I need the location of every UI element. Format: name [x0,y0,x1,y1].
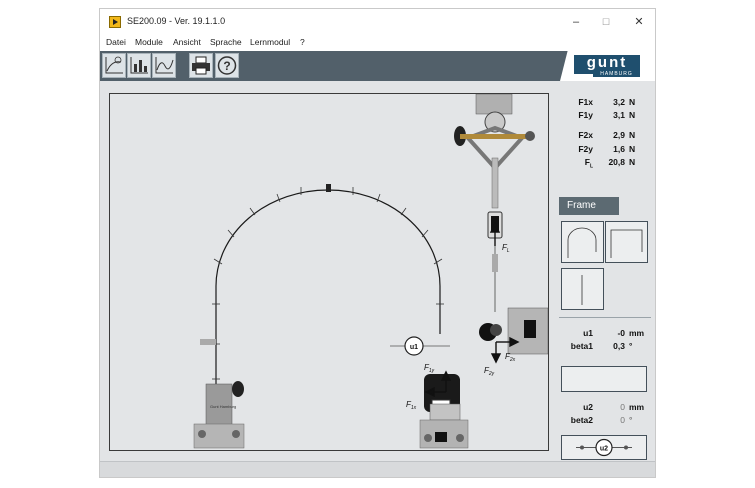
frame-thumb-arch[interactable] [561,221,604,263]
u2-dial-gauge-icon: u2 [576,438,632,457]
menu-sprache[interactable]: Sprache [210,37,242,47]
chart-arrow-button[interactable] [102,53,126,78]
printer-icon [192,56,210,75]
print-button[interactable] [189,53,213,78]
menu-lernmodul[interactable]: Lernmodul [250,37,290,47]
readout-fl: FL 20,8 N [584,157,636,170]
readout-beta2: beta2 0 ° [570,415,633,425]
svg-text:u2: u2 [600,446,608,453]
svg-text:?: ? [223,59,230,73]
app-icon [109,16,121,28]
readout-u1: u1 -0 mm [583,328,645,338]
maximize-button[interactable]: ☐ [592,13,620,31]
readout-f1y: F1y 3,1 N [578,110,636,120]
menu-help[interactable]: ? [300,37,305,47]
chart-bars-icon [130,57,148,74]
column-frame-icon [581,275,583,305]
u1-dial-gauge[interactable]: u1 [390,336,450,356]
chart-curve-button[interactable] [152,53,176,78]
force-label-f1y: F1y [424,363,435,374]
svg-text:u1: u1 [410,344,418,351]
u2-gauge-button[interactable]: u2 [561,435,647,460]
main-content: Gunt Hamburg FL F1y F1x F2x F2y u1 F1x 3… [100,81,655,471]
divider [559,317,651,318]
left-support-stand: Gunt Hamburg [193,381,245,449]
chart-curve-icon [155,57,174,74]
menu-datei[interactable]: Datei [106,37,126,47]
menu-ansicht[interactable]: Ansicht [173,37,201,47]
frame-side-marker [200,339,216,345]
readout-f2y: F2y 1,6 N [578,144,636,154]
arch-frame-icon [567,227,597,258]
force-label-f2y: F2y [484,366,495,377]
menu-bar: Datei Module Ansicht Sprache Lernmodul ? [100,35,655,51]
frame-panel-title: Frame [559,197,619,215]
right-support-stand [419,374,469,449]
u1-readout-panel: u1 -0 mm beta1 0,3 ° [559,328,651,358]
gunt-logo-subtitle: HAMBURG [593,71,640,77]
help-icon: ? [217,56,237,75]
svg-text:Gunt Hamburg: Gunt Hamburg [210,404,236,409]
force-label-f1x: F1x [406,400,417,411]
help-button[interactable]: ? [215,53,239,78]
u1-gauge-slot[interactable] [561,366,647,392]
menu-module[interactable]: Module [135,37,163,47]
title-bar: SE200.09 - Ver. 19.1.1.0 – ☐ ✕ [100,9,655,35]
frame-top-marker [326,184,331,192]
readout-u2: u2 0 mm [583,402,645,412]
close-button[interactable]: ✕ [625,13,653,31]
u2-readout-panel: u2 0 mm beta2 0 ° [559,402,651,432]
right-clamp [479,307,548,355]
rectangular-frame-icon [610,229,643,258]
force-readout-panel: F1x 3,2 N F1y 3,1 N F2x 2,9 N F2y 1,6 N … [559,97,651,177]
frame-thumb-column[interactable] [561,268,604,310]
frame-workspace: Gunt Hamburg FL F1y F1x F2x F2y u1 [109,93,549,451]
frame-diagram: Gunt Hamburg FL F1y F1x F2x F2y u1 [193,94,548,449]
force-label-fl: FL [502,243,510,254]
frame-arch [215,189,441,409]
frame-thumb-rectangular[interactable] [605,221,648,263]
status-bar [100,461,655,477]
window-title: SE200.09 - Ver. 19.1.1.0 [127,16,226,26]
readout-beta1: beta1 0,3 ° [570,341,633,351]
load-cell-assembly [454,94,535,312]
app-window: SE200.09 - Ver. 19.1.1.0 – ☐ ✕ Datei Mod… [99,8,656,478]
readout-f2x: F2x 2,9 N [578,130,636,140]
minimize-button[interactable]: – [562,13,590,31]
chart-bars-button[interactable] [127,53,151,78]
readout-f1x: F1x 3,2 N [578,97,636,107]
toolbar: ? gunt HAMBURG [100,51,655,81]
chart-arrow-icon [105,56,123,74]
